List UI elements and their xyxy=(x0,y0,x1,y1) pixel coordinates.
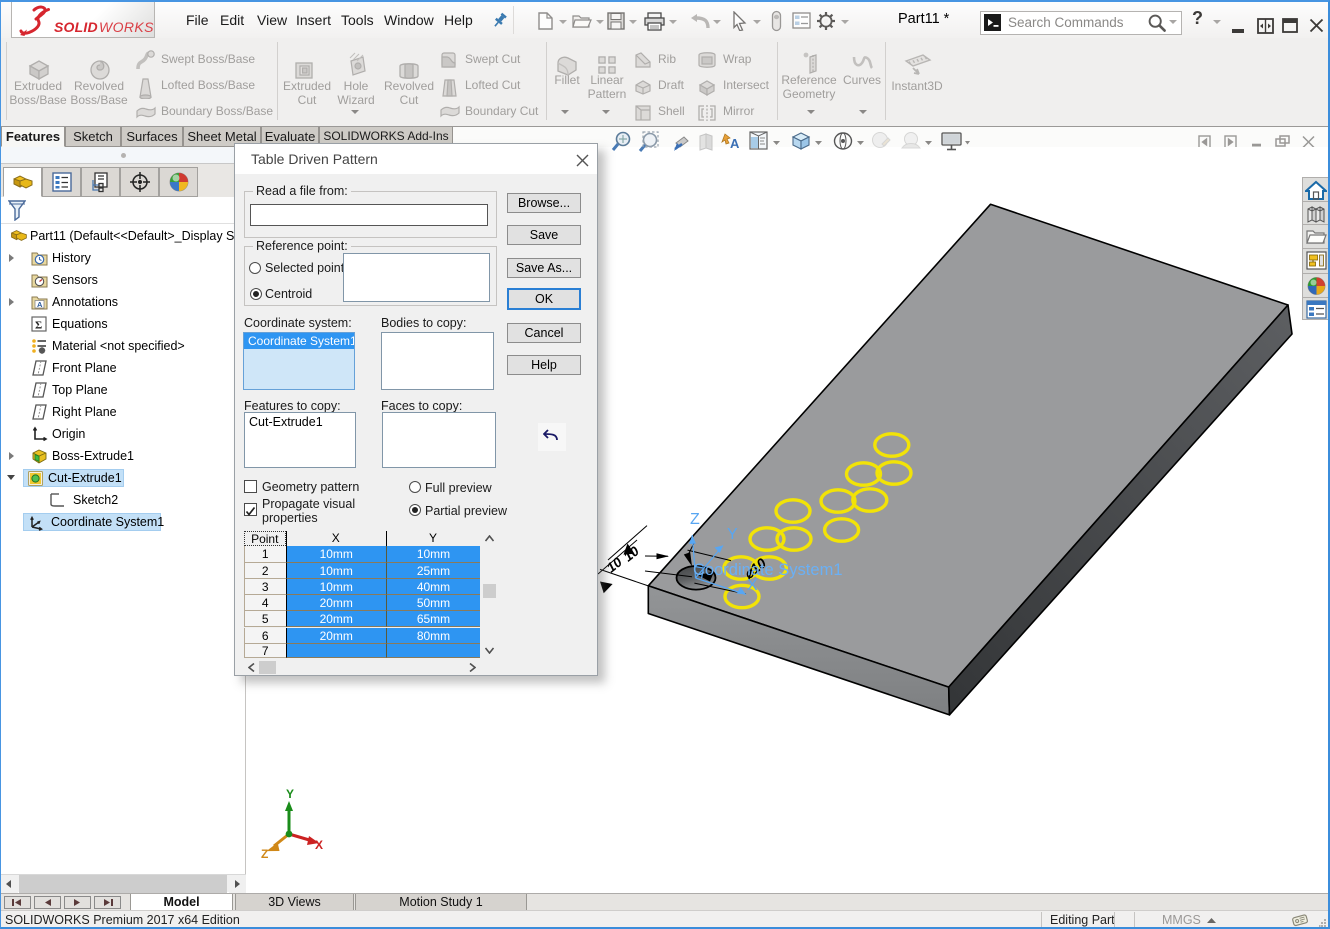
svg-text:Y: Y xyxy=(286,787,294,801)
svg-text:X: X xyxy=(315,838,323,852)
svg-text:WORKS: WORKS xyxy=(99,19,154,35)
svg-text:Y: Y xyxy=(727,526,738,543)
svg-text:SOLID: SOLID xyxy=(54,19,98,35)
svg-text:Z: Z xyxy=(690,511,700,528)
svg-text:Σ: Σ xyxy=(35,320,42,332)
svg-text:Coordinate System1: Coordinate System1 xyxy=(693,561,843,579)
svg-text:A: A xyxy=(37,300,43,309)
svg-text:X: X xyxy=(747,577,758,594)
svg-text:Z: Z xyxy=(261,847,268,861)
svg-text:A: A xyxy=(730,136,740,151)
